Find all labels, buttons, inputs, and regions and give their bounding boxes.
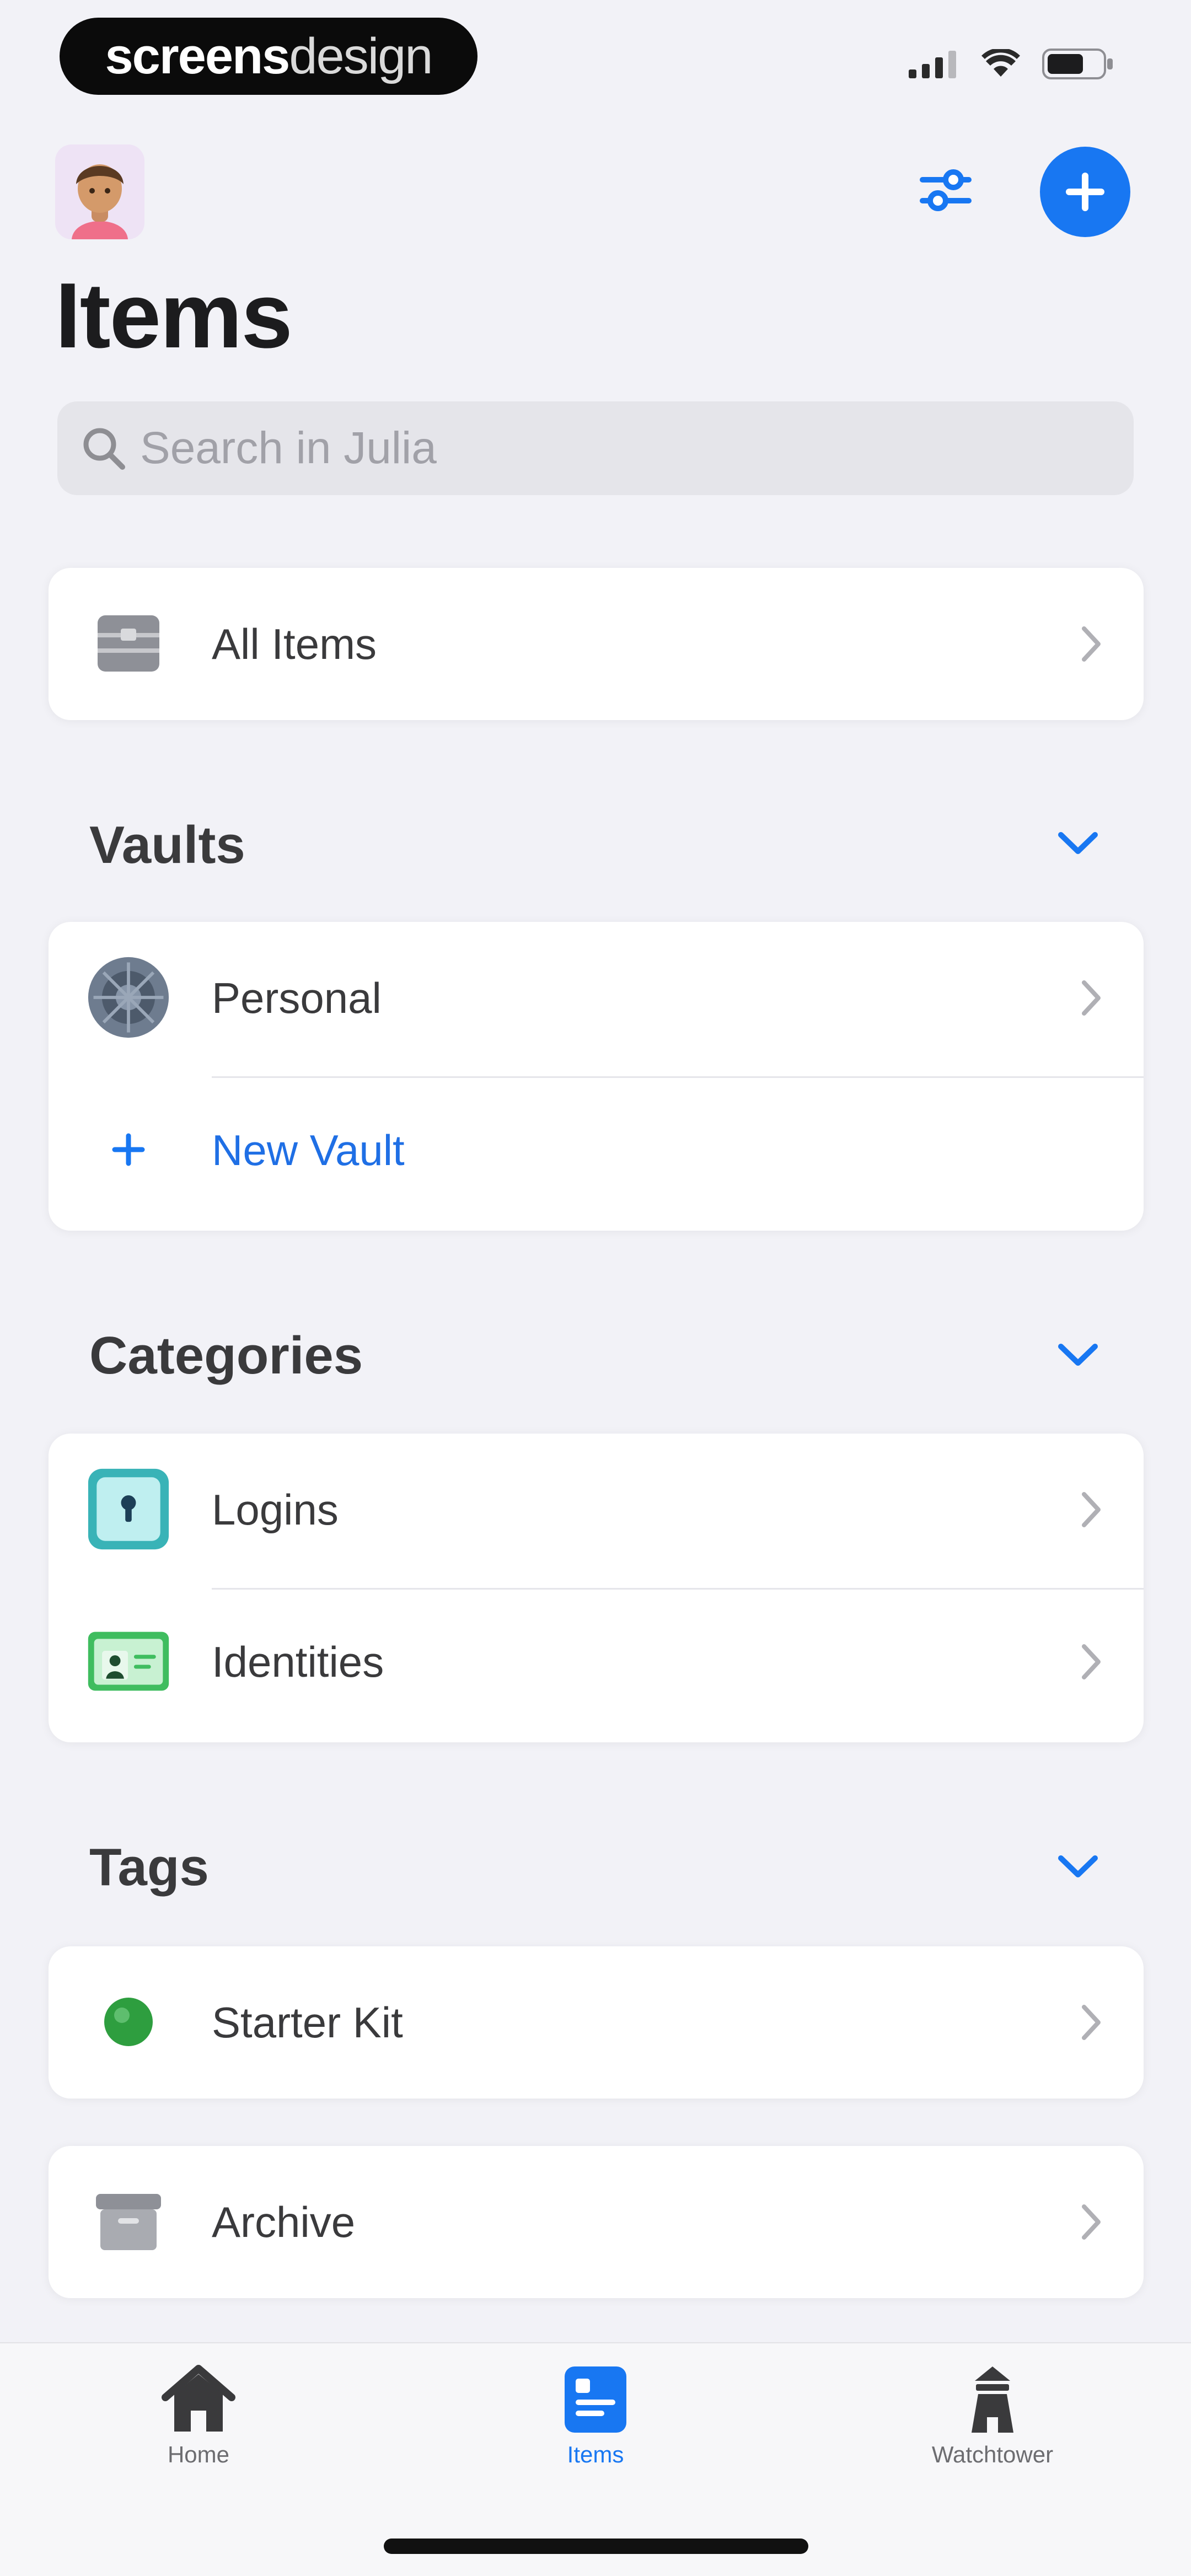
- avatar-memoji-icon: [55, 144, 144, 239]
- tags-card: Starter Kit: [49, 1946, 1144, 2099]
- cellular-signal-icon: [909, 51, 956, 78]
- battery-icon: [1042, 49, 1113, 79]
- tab-home[interactable]: Home: [88, 2364, 309, 2480]
- search-placeholder: Search in Julia: [140, 423, 437, 473]
- archive-label: Archive: [212, 2197, 356, 2246]
- tags-collapse-chevron-icon[interactable]: [1053, 1850, 1103, 1883]
- watchtower-icon: [972, 2366, 1013, 2433]
- chevron-right-icon: [1082, 2204, 1101, 2240]
- brand-text-part2: design: [289, 28, 433, 84]
- categories-card: Logins Identities: [49, 1434, 1144, 1742]
- chevron-right-icon: [1082, 1644, 1101, 1679]
- vaults-collapse-chevron-icon[interactable]: [1053, 827, 1103, 860]
- login-key-icon: [87, 1468, 170, 1550]
- chevron-right-icon: [1082, 626, 1101, 662]
- chevron-right-icon: [1082, 1492, 1101, 1527]
- archive-box-icon: [87, 2180, 170, 2263]
- filter-button[interactable]: [915, 160, 976, 221]
- all-items-card: All Items: [49, 568, 1144, 720]
- tag-label-starter-kit: Starter Kit: [212, 1998, 403, 2047]
- archive-row[interactable]: Archive: [49, 2146, 1144, 2298]
- search-icon: [76, 425, 131, 471]
- vault-row-personal[interactable]: Personal: [49, 922, 1144, 1074]
- new-vault-label: New Vault: [212, 1125, 405, 1174]
- all-items-icon: [87, 602, 170, 685]
- categories-section-title: Categories: [89, 1326, 363, 1385]
- chevron-right-icon: [1082, 2005, 1101, 2040]
- wifi-icon: [981, 49, 1020, 77]
- tab-label-watchtower: Watchtower: [931, 2441, 1054, 2467]
- tag-row-starter-kit[interactable]: Starter Kit: [49, 1946, 1144, 2099]
- sliders-icon: [920, 169, 972, 211]
- home-indicator: [384, 2539, 808, 2554]
- tab-label-home: Home: [167, 2441, 230, 2467]
- tags-section-title: Tags: [89, 1838, 209, 1897]
- brand-watermark: screens design: [60, 18, 478, 95]
- archive-card: Archive: [49, 2146, 1144, 2298]
- plus-icon: [1066, 173, 1104, 211]
- items-icon: [565, 2366, 626, 2433]
- tag-dot-icon: [87, 1981, 170, 2063]
- vaults-section-title: Vaults: [89, 815, 245, 874]
- search-field[interactable]: Search in Julia: [57, 401, 1134, 495]
- categories-collapse-chevron-icon[interactable]: [1053, 1339, 1103, 1372]
- identity-card-icon: [87, 1620, 170, 1703]
- vault-label-personal: Personal: [212, 973, 382, 1022]
- status-bar: screens design: [0, 0, 1191, 116]
- status-icons: [909, 49, 1114, 79]
- vault-personal-icon: [87, 956, 170, 1039]
- chevron-right-icon: [1082, 980, 1101, 1016]
- tab-label-items: Items: [567, 2441, 624, 2467]
- tab-items[interactable]: Items: [485, 2364, 706, 2480]
- plus-icon: [87, 1108, 170, 1191]
- category-label-identities: Identities: [212, 1637, 384, 1686]
- category-row-logins[interactable]: Logins: [49, 1434, 1144, 1586]
- add-item-button[interactable]: [1040, 147, 1130, 237]
- category-label-logins: Logins: [212, 1485, 339, 1534]
- tab-watchtower[interactable]: Watchtower: [882, 2364, 1103, 2480]
- all-items-label: All Items: [212, 619, 377, 668]
- home-icon: [162, 2365, 235, 2432]
- new-vault-row[interactable]: New Vault: [49, 1074, 1144, 1226]
- all-items-row[interactable]: All Items: [49, 568, 1144, 720]
- profile-avatar[interactable]: [55, 144, 144, 239]
- category-row-identities[interactable]: Identities: [49, 1586, 1144, 1738]
- vaults-card: Personal New Vault: [49, 922, 1144, 1231]
- brand-text-part1: screens: [105, 28, 291, 84]
- page-title: Items: [55, 264, 293, 367]
